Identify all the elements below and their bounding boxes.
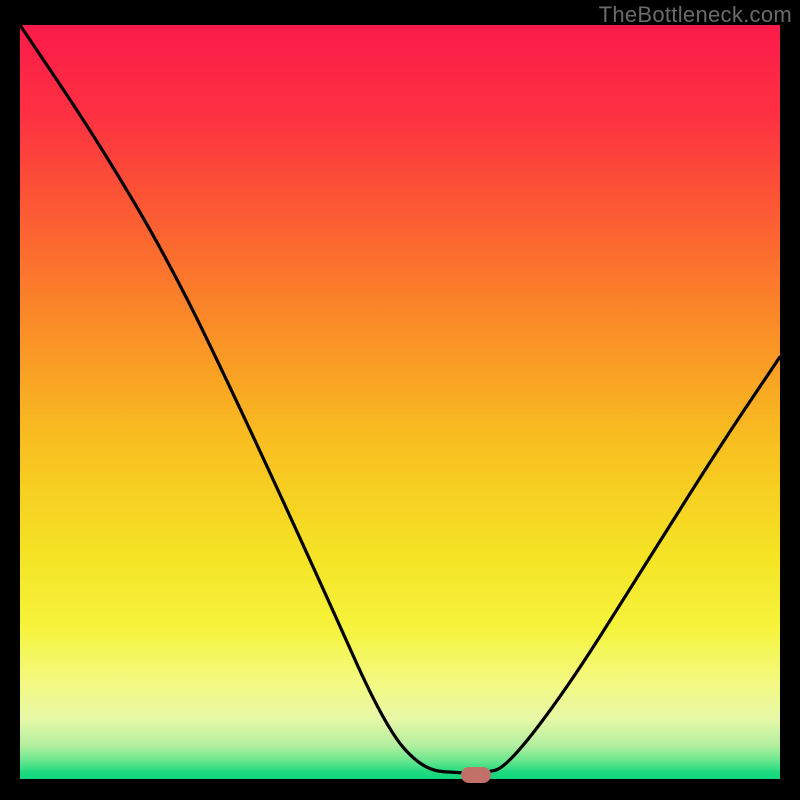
watermark-text: TheBottleneck.com xyxy=(599,2,792,28)
bottleneck-curve xyxy=(20,25,780,779)
plot-area xyxy=(20,25,780,779)
optimal-marker xyxy=(461,767,491,783)
